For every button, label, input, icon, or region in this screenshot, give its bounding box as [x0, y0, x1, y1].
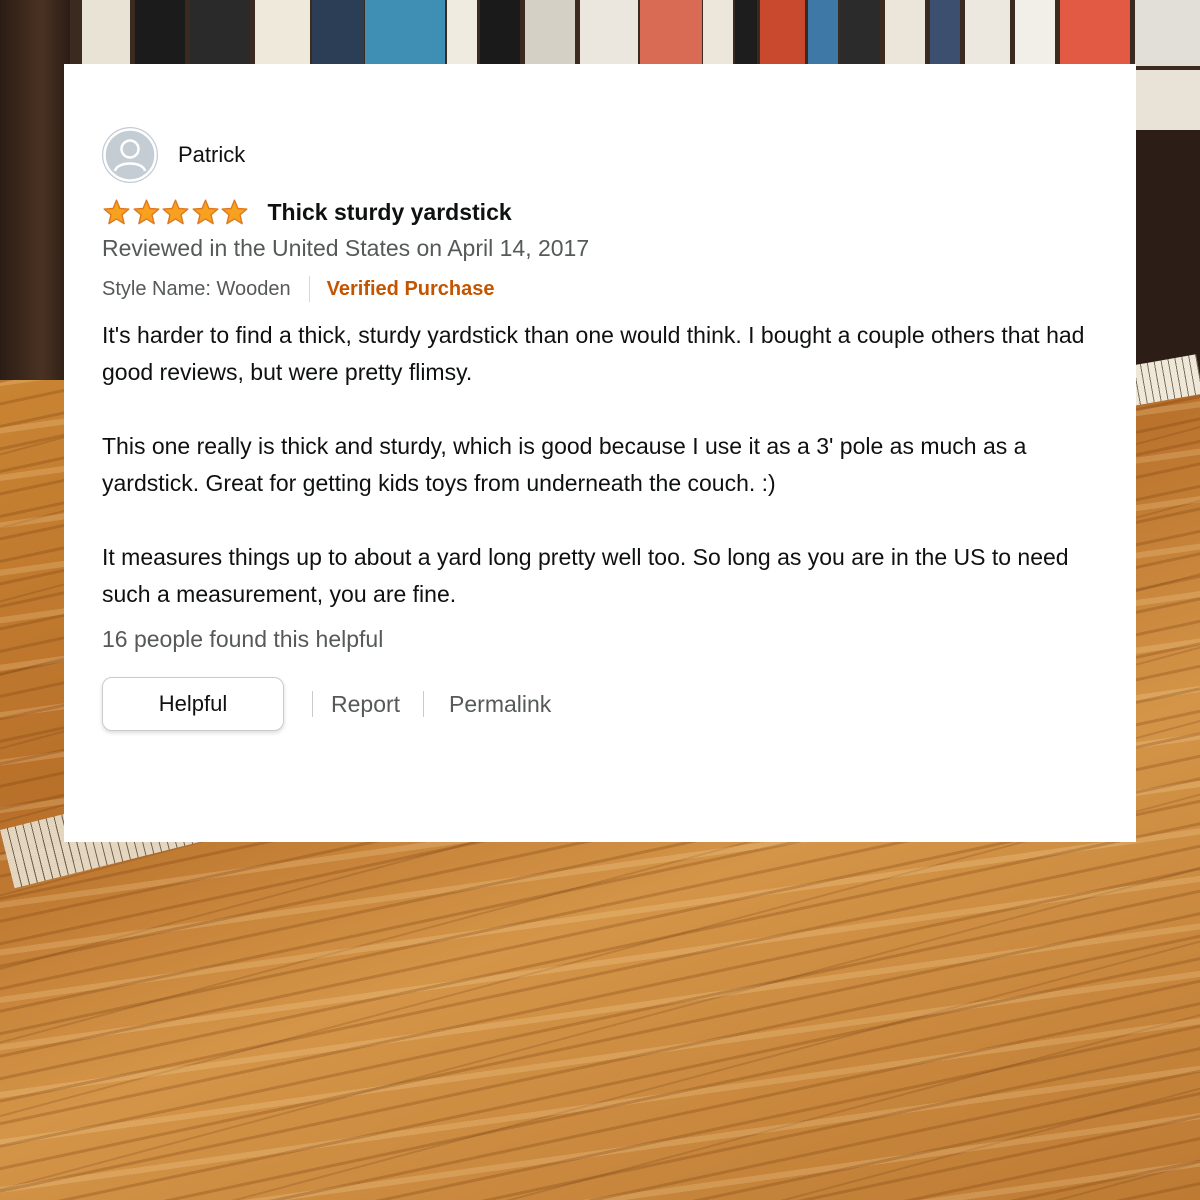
- verified-purchase-badge[interactable]: Verified Purchase: [327, 278, 495, 301]
- review-actions: Helpful Report Permalink: [102, 677, 551, 731]
- review-paragraph: It's harder to find a thick, sturdy yard…: [102, 322, 1085, 385]
- review-body: It's harder to find a thick, sturdy yard…: [102, 317, 1102, 650]
- style-name[interactable]: Style Name: Wooden: [102, 278, 291, 301]
- star-icon: [132, 199, 160, 225]
- star-icon: [162, 199, 189, 225]
- review-date: Reviewed in the United States on April 1…: [102, 235, 590, 261]
- review-title-row: Thick sturdy yardstick: [102, 199, 512, 226]
- bookshelf-books: [0, 0, 1200, 70]
- review-meta: Style Name: Wooden Verified Purchase: [102, 276, 495, 302]
- star-icon: [191, 199, 219, 225]
- review-author[interactable]: Patrick: [102, 127, 245, 183]
- review-card: Patrick Thick sturdy yardstick Reviewed …: [64, 64, 1136, 842]
- star-icon: [103, 199, 130, 225]
- author-name[interactable]: Patrick: [178, 142, 245, 168]
- meta-divider: [308, 276, 310, 302]
- star-rating: [102, 199, 250, 226]
- user-avatar-icon: [102, 127, 158, 183]
- review-paragraph: This one really is thick and sturdy, whi…: [102, 433, 1027, 496]
- permalink-link[interactable]: Permalink: [449, 691, 551, 718]
- action-divider: [312, 691, 313, 717]
- report-link[interactable]: Report: [331, 691, 400, 718]
- helpful-count: 16 people found this helpful: [102, 626, 384, 652]
- star-icon: [221, 199, 248, 225]
- review-paragraph: It measures things up to about a yard lo…: [102, 544, 1069, 607]
- review-title[interactable]: Thick sturdy yardstick: [268, 199, 512, 226]
- action-divider: [423, 691, 425, 717]
- helpful-button[interactable]: Helpful: [102, 677, 284, 731]
